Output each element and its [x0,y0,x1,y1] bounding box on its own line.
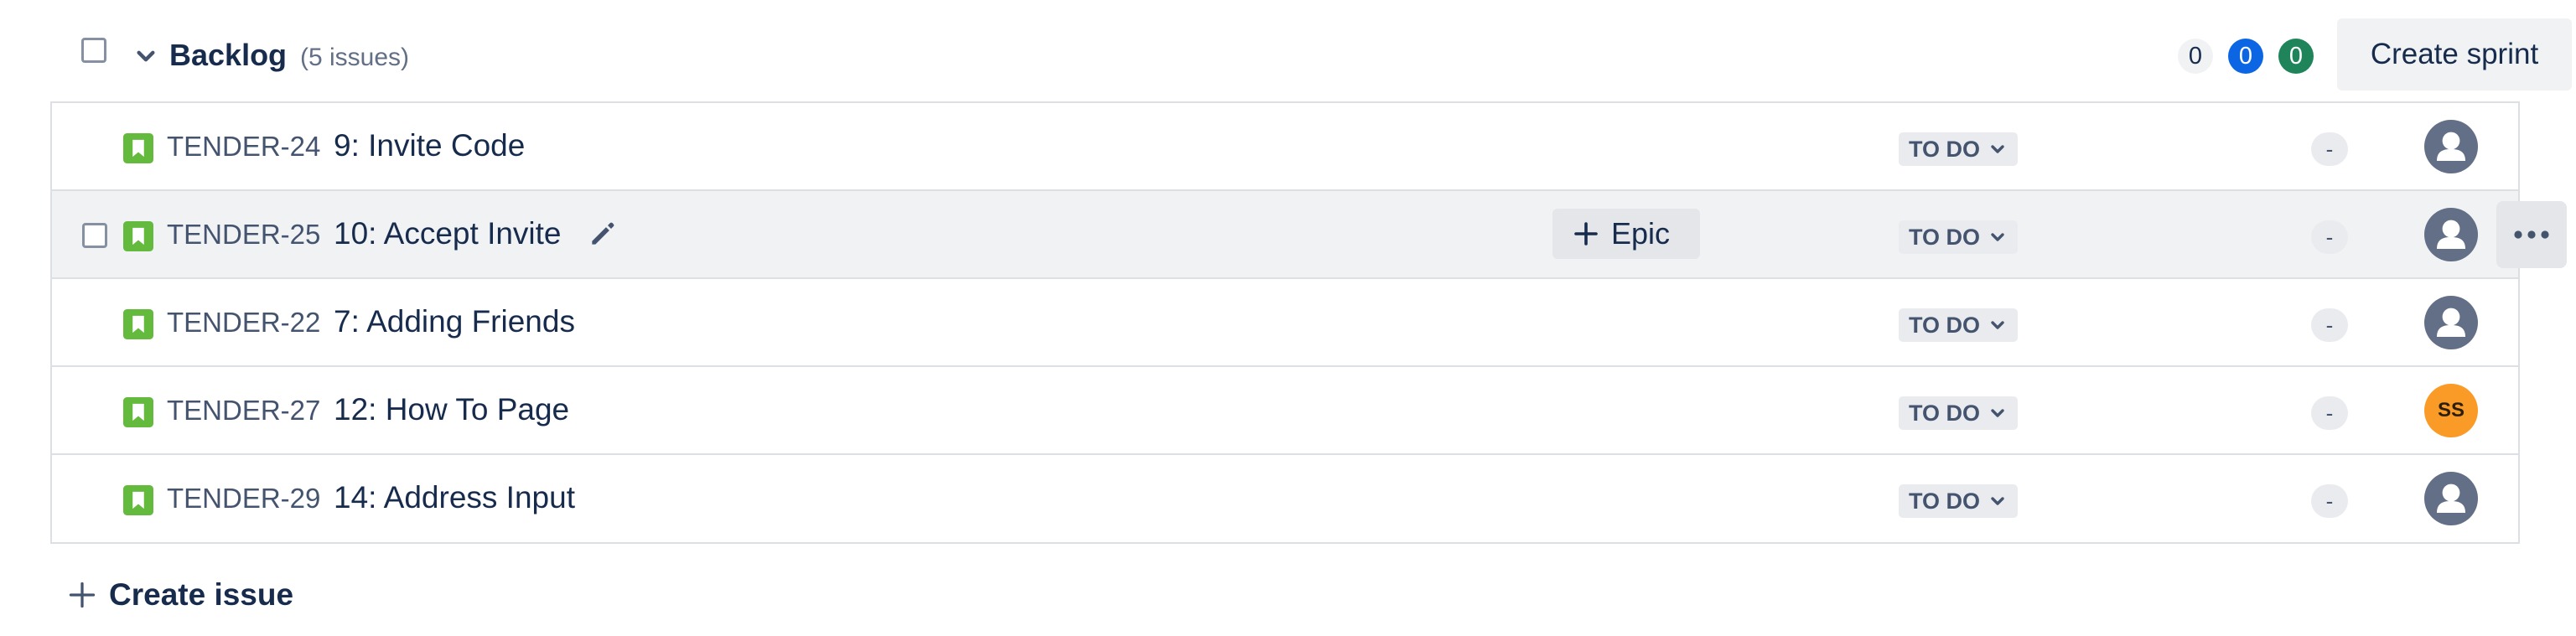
status-dropdown[interactable]: TO DO [1899,220,2018,254]
plus-icon [1574,222,1598,246]
story-points-badge[interactable]: - [2311,220,2348,254]
issue-row[interactable]: TENDER-27 12: How To Page TO DO - SS [52,367,2518,455]
issue-summary[interactable]: 10: Accept Invite [334,214,562,254]
more-actions-icon [2514,230,2549,239]
issue-checkbox[interactable] [82,223,107,248]
user-avatar-icon[interactable] [2424,296,2478,349]
user-avatar-icon[interactable] [2424,120,2478,173]
story-icon [123,309,153,339]
status-dropdown[interactable]: TO DO [1899,484,2018,518]
chevron-down-icon [1991,409,2004,417]
status-dropdown[interactable]: TO DO [1899,308,2018,342]
status-label: TO DO [1909,401,1981,426]
select-all-checkbox[interactable] [81,38,106,63]
user-avatar-icon[interactable] [2424,472,2478,525]
story-points-badge[interactable]: - [2311,308,2348,342]
issue-summary[interactable]: 7: Adding Friends [334,302,575,342]
issue-key[interactable]: TENDER-22 [167,304,320,341]
chevron-down-icon [1991,321,2004,329]
status-dropdown[interactable]: TO DO [1899,132,2018,166]
chevron-down-icon [1991,145,2004,153]
more-actions-button[interactable] [2496,201,2567,268]
user-avatar-icon[interactable] [2424,208,2478,261]
issue-row[interactable]: TENDER-22 7: Adding Friends TO DO - [52,279,2518,367]
issue-key[interactable]: TENDER-25 [167,216,320,253]
backlog-header: Backlog (5 issues) 0 0 0 Create sprint [50,18,2572,92]
plus-icon [69,582,96,608]
status-label: TO DO [1909,225,1981,250]
story-icon [123,485,153,515]
done-count-badge: 0 [2278,39,2314,74]
status-label: TO DO [1909,489,1981,514]
pencil-icon[interactable] [587,218,619,250]
story-icon [123,133,153,163]
collapse-chevron-icon[interactable] [129,39,163,73]
story-points-badge[interactable]: - [2311,484,2348,518]
backlog-title: Backlog [169,38,288,72]
story-icon [123,221,153,251]
status-label: TO DO [1909,137,1981,162]
chevron-down-icon [1991,233,2004,241]
issue-summary[interactable]: 14: Address Input [334,478,575,518]
status-label: TO DO [1909,313,1981,338]
create-issue-label: Create issue [109,577,294,612]
assignee-avatar[interactable]: SS [2424,384,2478,437]
issue-summary[interactable]: 9: Invite Code [334,126,525,166]
create-sprint-button[interactable]: Create sprint [2337,18,2572,90]
chevron-down-icon [1991,497,2004,505]
add-epic-button[interactable]: Epic [1552,209,1700,259]
issue-row[interactable]: TENDER-25 10: Accept Invite Epic TO DO - [52,191,2567,279]
issue-count: (5 issues) [300,44,410,71]
issue-key[interactable]: TENDER-29 [167,480,320,517]
story-points-badge[interactable]: - [2311,396,2348,430]
story-icon [123,397,153,427]
issue-key[interactable]: TENDER-27 [167,392,320,429]
issue-key[interactable]: TENDER-24 [167,128,320,165]
story-points-badge[interactable]: - [2311,132,2348,166]
issue-summary[interactable]: 12: How To Page [334,390,569,430]
in-progress-count-badge: 0 [2228,39,2263,74]
issue-list: TENDER-24 9: Invite Code TO DO - TENDER-… [50,101,2567,544]
epic-label: Epic [1611,216,1671,251]
issue-row[interactable]: TENDER-29 14: Address Input TO DO - [52,455,2518,543]
status-dropdown[interactable]: TO DO [1899,396,2018,430]
issue-row[interactable]: TENDER-24 9: Invite Code TO DO - [52,103,2518,191]
todo-count-badge: 0 [2178,39,2213,74]
